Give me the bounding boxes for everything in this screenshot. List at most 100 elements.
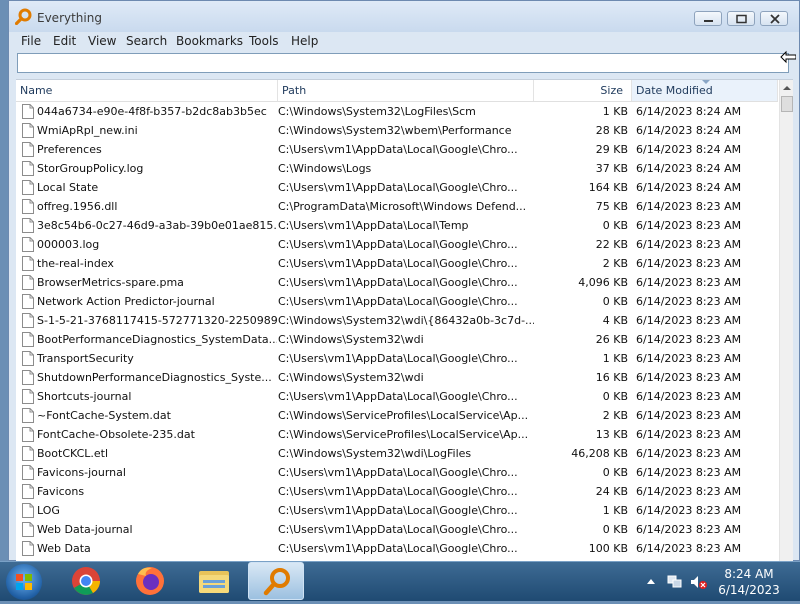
- cell-path: C:\Windows\System32\wdi: [278, 333, 424, 346]
- taskbar-explorer-button[interactable]: [186, 562, 242, 600]
- file-icon: [22, 351, 34, 366]
- cell-name: 000003.log: [37, 238, 100, 251]
- column-header-path[interactable]: Path: [278, 80, 534, 101]
- cell-path: C:\Users\vm1\AppData\Local\Google\Chro..…: [278, 504, 518, 517]
- table-row[interactable]: Network Action Predictor-journal C:\Users…: [16, 292, 778, 311]
- file-icon: [22, 104, 34, 119]
- table-row[interactable]: LOG C:\Users\vm1\AppData\Local\Google\Chr…: [16, 501, 778, 520]
- cell-path: C:\Users\vm1\AppData\Local\Google\Chro..…: [278, 523, 518, 536]
- cell-size: 4,096 KB: [578, 276, 628, 289]
- sort-descending-icon: [702, 80, 710, 84]
- cell-name: offreg.1956.dll: [37, 200, 118, 213]
- system-clock[interactable]: 8:24 AM 6/14/2023: [700, 566, 798, 598]
- table-row[interactable]: ~FontCache-System.dat C:\Windows\ServiceP…: [16, 406, 778, 425]
- cell-size: 0 KB: [602, 219, 628, 232]
- cell-date-modified: 6/14/2023 8:23 AM: [636, 314, 742, 327]
- cell-date-modified: 6/14/2023 8:24 AM: [636, 143, 742, 156]
- table-row[interactable]: 3e8c54b6-0c27-46d9-a3ab-39b0e01ae815.t..…: [16, 216, 778, 235]
- table-row[interactable]: offreg.1956.dll C:\ProgramData\Microsoft\…: [16, 197, 778, 216]
- menu-help[interactable]: Help: [291, 34, 318, 48]
- cell-path: C:\Users\vm1\AppData\Local\Google\Chro..…: [278, 257, 518, 270]
- table-row[interactable]: Web Data-journal C:\Users\vm1\AppData\Loc…: [16, 520, 778, 539]
- maximize-icon: [736, 14, 747, 24]
- cell-path: C:\Users\vm1\AppData\Local\Google\Chro..…: [278, 143, 518, 156]
- taskbar-firefox-button[interactable]: [122, 562, 178, 600]
- cell-name: 044a6734-e90e-4f8f-b357-b2dc8ab3b5ec: [37, 105, 267, 118]
- table-row[interactable]: Web Data C:\Users\vm1\AppData\Local\Googl…: [16, 539, 778, 558]
- results-list[interactable]: Name Path Size Date Modified 044a6734-e9…: [16, 79, 793, 563]
- column-header-size[interactable]: Size: [534, 80, 632, 101]
- table-row[interactable]: Preferences C:\Users\vm1\AppData\Local\Go…: [16, 140, 778, 159]
- search-input[interactable]: [17, 53, 789, 73]
- cell-name: ~FontCache-System.dat: [37, 409, 171, 422]
- maximize-button[interactable]: [727, 11, 755, 26]
- table-row[interactable]: Shortcuts-journal C:\Users\vm1\AppData\Lo…: [16, 387, 778, 406]
- windows-logo-icon: [16, 574, 32, 590]
- cell-name: LOG: [37, 504, 60, 517]
- cell-path: C:\Windows\ServiceProfiles\LocalService\…: [278, 409, 529, 422]
- table-row[interactable]: TransportSecurity C:\Users\vm1\AppData\Lo…: [16, 349, 778, 368]
- cell-date-modified: 6/14/2023 8:23 AM: [636, 238, 742, 251]
- menu-bookmarks[interactable]: Bookmarks: [176, 34, 243, 48]
- cell-date-modified: 6/14/2023 8:23 AM: [636, 447, 742, 460]
- file-icon: [22, 541, 34, 556]
- close-icon: [770, 14, 780, 24]
- table-row[interactable]: Local State C:\Users\vm1\AppData\Local\Go…: [16, 178, 778, 197]
- cell-date-modified: 6/14/2023 8:23 AM: [636, 219, 742, 232]
- cell-date-modified: 6/14/2023 8:23 AM: [636, 352, 742, 365]
- cell-date-modified: 6/14/2023 8:23 AM: [636, 295, 742, 308]
- taskbar-everything-button[interactable]: [248, 562, 304, 600]
- title-bar[interactable]: Everything: [9, 1, 799, 32]
- scrollbar-thumb[interactable]: [781, 96, 793, 112]
- file-icon: [22, 427, 34, 442]
- table-row[interactable]: 000003.log C:\Users\vm1\AppData\Local\Goo…: [16, 235, 778, 254]
- cell-name: 3e8c54b6-0c27-46d9-a3ab-39b0e01ae815.t..…: [37, 219, 277, 232]
- file-icon: [22, 142, 34, 157]
- table-row[interactable]: ShutdownPerformanceDiagnostics_Syste... C…: [16, 368, 778, 387]
- table-row[interactable]: BootCKCL.etl C:\Windows\System32\wdi\LogF…: [16, 444, 778, 463]
- table-row[interactable]: BrowserMetrics-spare.pma C:\Users\vm1\App…: [16, 273, 778, 292]
- magnifier-icon: [263, 568, 290, 596]
- file-icon: [22, 389, 34, 404]
- menu-tools[interactable]: Tools: [249, 34, 279, 48]
- table-row[interactable]: StorGroupPolicy.log C:\Windows\Logs 37 KB 6…: [16, 159, 778, 178]
- scroll-up-icon[interactable]: [780, 80, 793, 96]
- table-row[interactable]: the-real-index C:\Users\vm1\AppData\Local…: [16, 254, 778, 273]
- table-row[interactable]: Favicons C:\Users\vm1\AppData\Local\Googl…: [16, 482, 778, 501]
- file-icon: [22, 275, 34, 290]
- cell-size: 164 KB: [588, 181, 628, 194]
- menu-search[interactable]: Search: [126, 34, 167, 48]
- cell-size: 1 KB: [602, 352, 628, 365]
- cell-name: ShutdownPerformanceDiagnostics_Syste...: [37, 371, 272, 384]
- cell-name: S-1-5-21-3768117415-572771320-22509896..…: [37, 314, 277, 327]
- table-row[interactable]: Favicons-journal C:\Users\vm1\AppData\Loc…: [16, 463, 778, 482]
- chrome-icon: [72, 567, 100, 595]
- menu-file[interactable]: File: [21, 34, 41, 48]
- table-row[interactable]: BootPerformanceDiagnostics_SystemData...…: [16, 330, 778, 349]
- taskbar-chrome-button[interactable]: [58, 562, 114, 600]
- cell-name: the-real-index: [37, 257, 114, 270]
- close-button[interactable]: [760, 11, 788, 26]
- minimize-button[interactable]: [694, 11, 722, 26]
- cell-size: 2 KB: [602, 257, 628, 270]
- cell-size: 13 KB: [595, 428, 628, 441]
- cell-path: C:\Users\vm1\AppData\Local\Google\Chro..…: [278, 276, 518, 289]
- network-icon[interactable]: [667, 574, 683, 590]
- column-header-name[interactable]: Name: [16, 80, 278, 101]
- table-row[interactable]: WmiApRpl_new.ini C:\Windows\System32\wbem…: [16, 121, 778, 140]
- start-button[interactable]: [6, 564, 42, 600]
- file-icon: [22, 370, 34, 385]
- table-row[interactable]: 044a6734-e90e-4f8f-b357-b2dc8ab3b5ec C:\W…: [16, 102, 778, 121]
- file-icon: [22, 446, 34, 461]
- table-row[interactable]: FontCache-Obsolete-235.dat C:\Windows\Ser…: [16, 425, 778, 444]
- file-icon: [22, 237, 34, 252]
- menu-view[interactable]: View: [88, 34, 116, 48]
- file-icon: [22, 180, 34, 195]
- cell-date-modified: 6/14/2023 8:24 AM: [636, 105, 742, 118]
- cell-name: Web Data-journal: [37, 523, 133, 536]
- show-hidden-icons-icon[interactable]: [646, 577, 656, 585]
- table-row[interactable]: S-1-5-21-3768117415-572771320-22509896..…: [16, 311, 778, 330]
- vertical-scrollbar[interactable]: [779, 80, 793, 563]
- menu-edit[interactable]: Edit: [53, 34, 76, 48]
- cell-size: 1 KB: [602, 105, 628, 118]
